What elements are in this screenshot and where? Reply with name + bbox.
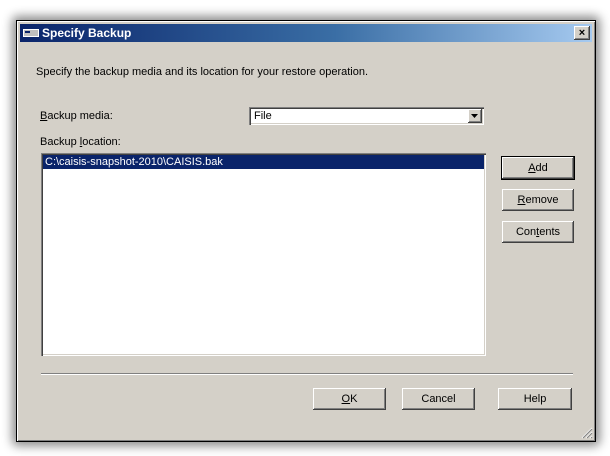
remove-button-rest: emove [525,194,559,206]
window-icon [23,29,39,37]
dialog-description: Specify the backup media and its locatio… [36,66,369,78]
footer-separator [41,373,573,375]
title-bar[interactable]: Specify Backup × [20,24,592,42]
backup-location-label-rest: ocation: [82,136,121,148]
ok-button[interactable]: OK [313,388,386,410]
list-item[interactable]: C:\caisis-snapshot-2010\CAISIS.bak [43,155,484,169]
resize-grip-icon[interactable] [581,427,593,439]
add-button-key: A [528,162,536,174]
close-icon: × [578,27,586,39]
backup-media-select[interactable]: File [249,107,484,125]
close-button[interactable]: × [574,26,590,40]
contents-button[interactable]: Contents [502,221,574,243]
chevron-down-icon [471,114,478,118]
backup-media-value: File [254,110,272,122]
backup-location-label: Backup location: [40,136,121,149]
backup-media-label-rest: ackup media: [47,110,113,122]
contents-button-prefix: Con [515,226,537,238]
contents-button-rest: ents [539,226,561,238]
cancel-button[interactable]: Cancel [402,388,475,410]
backup-media-dropdown-button[interactable] [468,109,482,123]
backup-media-label: Backup media: [40,110,113,123]
specify-backup-dialog: Specify Backup × Specify the backup medi… [16,20,596,442]
backup-location-label-prefix: Backup [40,136,80,148]
help-button[interactable]: Help [498,388,572,410]
add-button[interactable]: Add [502,157,574,179]
backup-location-list[interactable]: C:\caisis-snapshot-2010\CAISIS.bak [41,153,486,356]
ok-button-rest: K [350,393,358,405]
remove-button[interactable]: Remove [502,189,574,211]
ok-button-key: O [341,393,351,405]
add-button-rest: dd [535,162,548,174]
window-title: Specify Backup [42,26,132,40]
